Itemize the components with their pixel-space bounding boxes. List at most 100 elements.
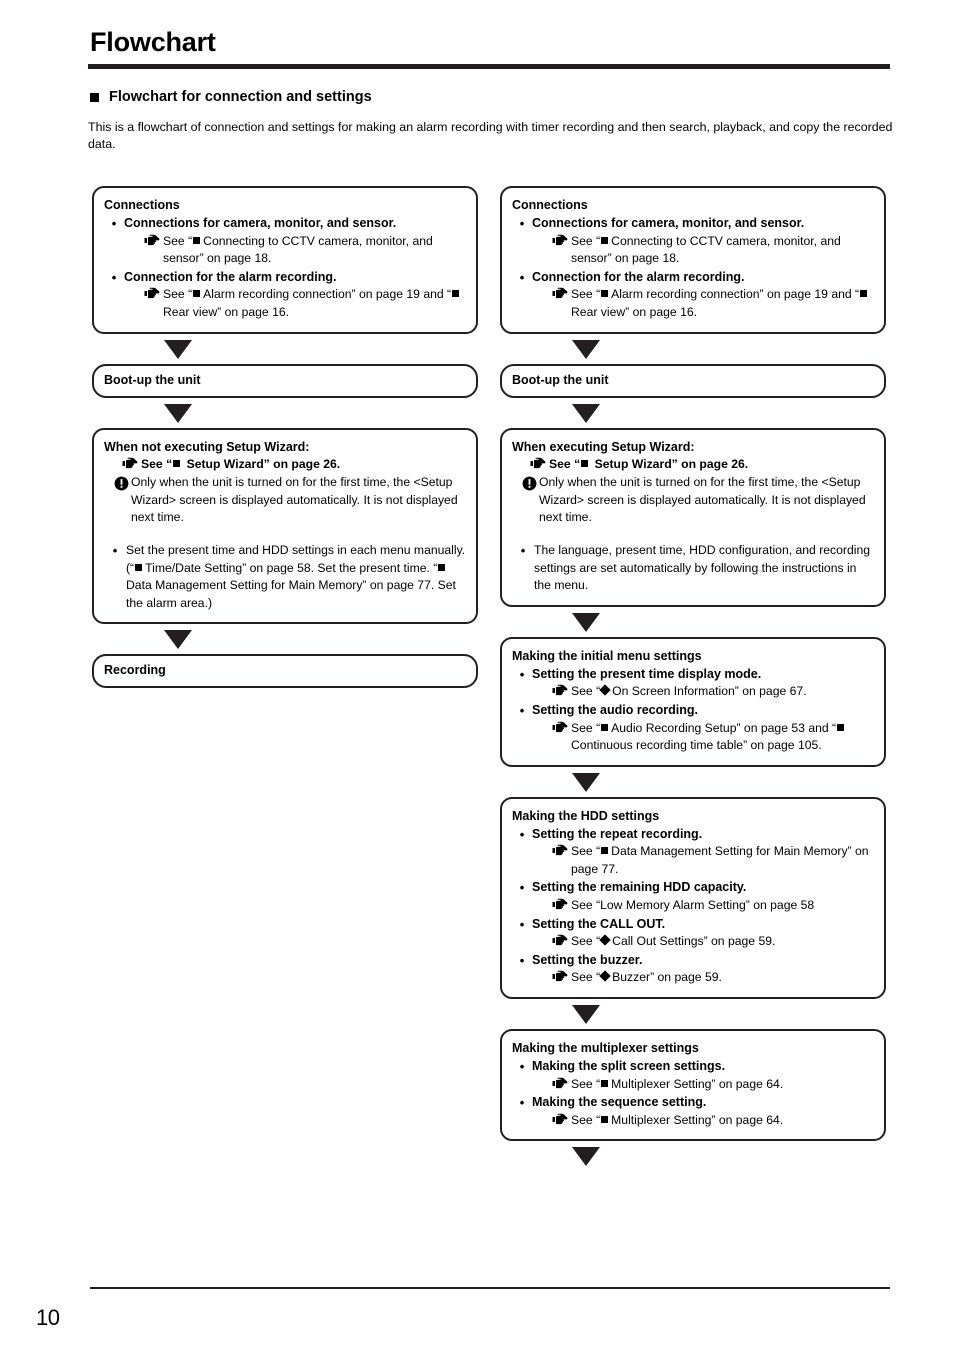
reference-text: See “Data Management Setting for Main Me… (571, 844, 869, 876)
reference-line: See “Data Management Setting for Main Me… (512, 843, 874, 878)
box-title: When executing Setup Wizard: (512, 439, 695, 454)
flowchart-box-hdd-settings: Making the HDD settings • Setting the re… (500, 796, 886, 1000)
exclamation-circle-icon (522, 476, 538, 492)
list-item-label: Making the split screen settings. (532, 1059, 726, 1074)
bullet-dot-icon: • (519, 216, 525, 231)
warning-note-text: Only when the unit is turned on for the … (131, 475, 458, 525)
reference-line: See “On Screen Information” on page 67. (512, 683, 874, 701)
square-marker-icon (601, 1115, 609, 1123)
square-marker-icon (601, 847, 609, 855)
reference-text: See “Low Memory Alarm Setting” on page 5… (571, 898, 815, 913)
bullet-dot-icon: • (112, 542, 118, 558)
list-item-label: The language, present time, HDD configur… (534, 542, 871, 593)
bullet-dot-icon: • (519, 826, 525, 842)
flowchart-box-no-wizard: When not executing Setup Wizard: See “ S… (92, 427, 478, 625)
pointing-hand-icon (552, 1077, 571, 1095)
flow-arrow (92, 334, 478, 364)
reference-text: See “Audio Recording Setup” on page 53 a… (571, 720, 874, 755)
page-number: 10 (36, 1305, 60, 1330)
list-item: • Setting the present time display mode. (512, 666, 874, 684)
flowchart-column-right: Connections • Connections for camera, mo… (500, 186, 886, 1171)
down-triangle-arrow-icon (572, 772, 600, 792)
reference-line: See “Low Memory Alarm Setting” on page 5… (512, 897, 874, 915)
reference-line: See “Alarm recording connection” on page… (512, 286, 874, 321)
reference-text: See “On Screen Information” on page 67. (571, 684, 807, 699)
reference-text: See “Call Out Settings” on page 59. (571, 934, 776, 949)
reference-line: See “Multiplexer Setting” on page 64. (512, 1076, 874, 1094)
pointing-hand-icon (552, 721, 571, 756)
pointing-hand-icon (552, 844, 571, 879)
list-item: • Setting the repeat recording. (512, 826, 874, 844)
square-marker-icon (452, 290, 460, 298)
list-item: • Setting the CALL OUT. (512, 916, 874, 934)
warning-note-text: Only when the unit is turned on for the … (539, 475, 866, 525)
flow-arrow (500, 334, 886, 364)
down-triangle-arrow-icon (164, 630, 192, 650)
reference-line: See “ Setup Wizard” on page 26. (104, 456, 466, 474)
list-item: • Setting the audio recording. (512, 702, 874, 720)
footer-divider (90, 1287, 890, 1289)
square-marker-icon (860, 290, 868, 298)
square-marker-icon (837, 723, 845, 731)
bullet-dot-icon: • (519, 880, 525, 896)
box-title: Boot-up the unit (104, 372, 201, 387)
flowchart-box-bootup-left: Boot-up the unit (92, 363, 478, 398)
reference-line: See “Multiplexer Setting” on page 64. (512, 1112, 874, 1130)
pointing-hand-icon (552, 234, 571, 269)
box-title: Connections (512, 198, 588, 212)
bullet-dot-icon: • (519, 269, 525, 285)
list-item: • Set the present time and HDD settings … (104, 542, 466, 612)
reference-text: See “Multiplexer Setting” on page 64. (571, 1112, 784, 1127)
list-item: • Making the sequence setting. (512, 1094, 874, 1112)
square-marker-icon (601, 290, 609, 298)
pointing-hand-icon (552, 287, 571, 322)
pointing-hand-icon (552, 934, 571, 952)
square-marker-icon (193, 290, 201, 298)
pointing-hand-icon (122, 457, 141, 475)
reference-line: See “Alarm recording connection” on page… (104, 286, 466, 321)
list-item-label: Connection for the alarm recording. (532, 269, 745, 284)
section-heading-label: Flowchart for connection and settings (109, 89, 372, 105)
pointing-hand-icon (552, 898, 571, 916)
square-marker-icon (601, 723, 609, 731)
square-marker-icon (193, 236, 201, 244)
flowchart-box-recording: Recording (92, 654, 478, 689)
pointing-hand-icon (552, 1113, 571, 1131)
box-title: When not executing Setup Wizard: (104, 439, 310, 454)
pointing-hand-icon (552, 970, 571, 988)
pointing-hand-icon (552, 684, 571, 702)
list-item: • Connection for the alarm recording. (512, 269, 874, 287)
flowchart-box-initial-menu: Making the initial menu settings • Setti… (500, 636, 886, 767)
list-item: • The language, present time, HDD config… (512, 542, 874, 595)
warning-note: Only when the unit is turned on for the … (512, 474, 874, 527)
page-title: Flowchart (90, 27, 216, 57)
warning-note: Only when the unit is turned on for the … (104, 474, 466, 527)
flow-arrow (500, 607, 886, 637)
list-item-label: Setting the present time display mode. (532, 666, 762, 681)
title-divider (88, 64, 890, 69)
pointing-hand-icon (530, 457, 549, 475)
bullet-dot-icon: • (519, 702, 525, 718)
down-triangle-arrow-icon (572, 403, 600, 423)
reference-text: See “Buzzer” on page 59. (571, 970, 722, 985)
down-triangle-arrow-icon (572, 339, 600, 359)
diamond-marker-icon (599, 934, 611, 946)
list-item-label: Setting the audio recording. (532, 702, 698, 717)
bullet-dot-icon: • (519, 666, 525, 682)
bullet-dot-icon: • (519, 916, 525, 932)
reference-text: See “Alarm recording connection” on page… (163, 286, 466, 321)
box-title: Making the multiplexer settings (512, 1041, 699, 1056)
square-marker-icon (601, 1079, 609, 1087)
square-marker-icon (438, 563, 446, 571)
reference-text: See “Connecting to CCTV camera, monitor,… (163, 233, 433, 266)
box-title: Connections (104, 198, 180, 212)
down-triangle-arrow-icon (572, 1147, 600, 1167)
reference-line: See “Buzzer” on page 59. (512, 969, 874, 987)
square-marker-icon (581, 459, 589, 467)
square-marker-icon (601, 236, 609, 244)
section-heading: Flowchart for connection and settings (90, 89, 372, 105)
list-item-label: Set the present time and HDD settings in… (126, 542, 466, 610)
square-marker-icon (135, 563, 143, 571)
box-title: Boot-up the unit (512, 372, 609, 387)
